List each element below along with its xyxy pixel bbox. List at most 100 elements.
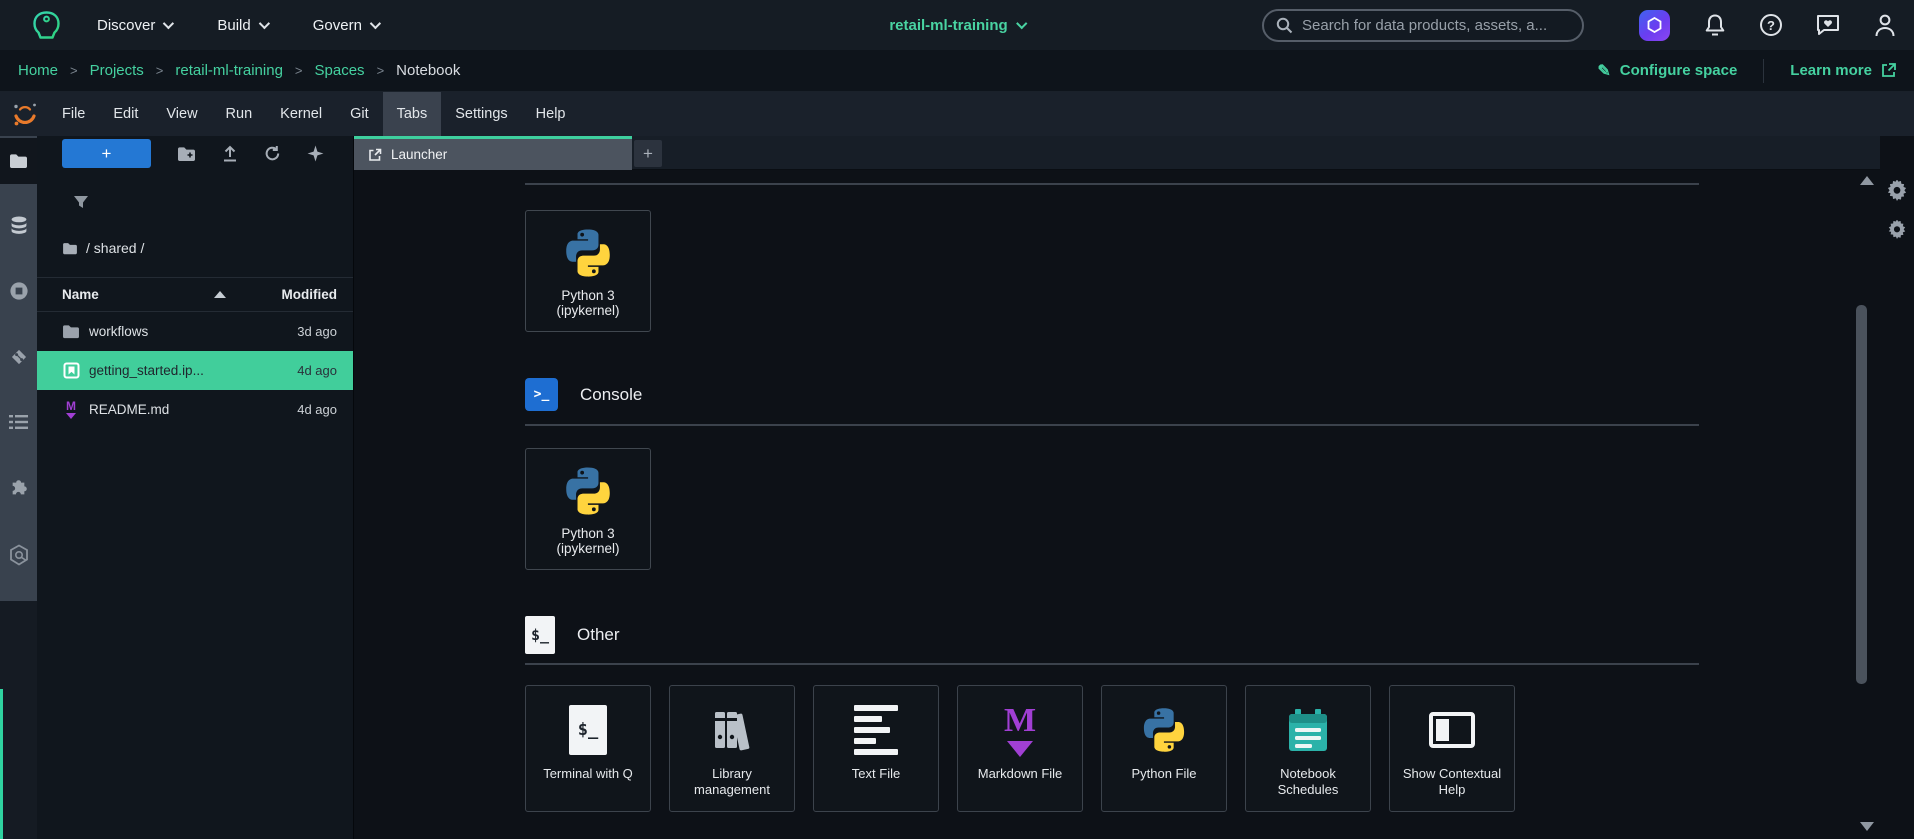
scrollbar-thumb[interactable]	[1856, 305, 1867, 684]
menu-build[interactable]: Build	[217, 17, 270, 34]
file-browser-breadcrumb[interactable]: / shared /	[62, 240, 353, 256]
tile-label: Show Contextual Help	[1402, 766, 1502, 798]
notebook-python3-card[interactable]: Python 3 (ipykernel)	[525, 210, 651, 332]
console-section-header: >_ Console	[525, 378, 642, 411]
breadcrumb-separator: >	[155, 63, 164, 78]
column-header-name[interactable]: Name	[62, 287, 99, 302]
notifications-bell-icon[interactable]	[1704, 13, 1726, 37]
menu-kernel[interactable]: Kernel	[266, 92, 336, 136]
refresh-button[interactable]	[264, 145, 281, 162]
menu-settings[interactable]: Settings	[441, 92, 521, 136]
configure-space-button[interactable]: ✎ Configure space	[1597, 61, 1737, 81]
new-tab-button[interactable]: +	[634, 140, 662, 167]
markdown-icon: M	[62, 400, 80, 419]
tile-python-file[interactable]: Python File	[1101, 685, 1227, 812]
tile-notebook-schedules[interactable]: Notebook Schedules	[1245, 685, 1371, 812]
project-selector[interactable]: retail-ml-training	[889, 0, 1028, 50]
global-search[interactable]	[1262, 9, 1584, 42]
kernel-subname: (ipykernel)	[556, 541, 620, 556]
help-icon[interactable]: ?	[1760, 14, 1782, 36]
new-folder-icon	[178, 146, 195, 161]
user-profile-icon[interactable]	[1874, 13, 1896, 37]
sparkle-icon	[307, 145, 324, 162]
feedback-icon[interactable]	[1816, 14, 1840, 37]
jupyterlab-menubar: File Edit View Run Kernel Git Tabs Setti…	[0, 92, 1914, 136]
new-launcher-button[interactable]: +	[62, 139, 151, 168]
tile-library-management[interactable]: Library management	[669, 685, 795, 812]
tile-label: Python File	[1131, 766, 1197, 781]
git-tab[interactable]	[0, 334, 37, 380]
amazon-q-icon[interactable]	[1639, 9, 1670, 41]
menu-tabs[interactable]: Tabs	[382, 92, 442, 136]
property-inspector-tab[interactable]	[1887, 179, 1907, 206]
menu-file[interactable]: File	[48, 92, 99, 136]
tile-terminal-with-q[interactable]: $_ Terminal with Q	[525, 685, 651, 812]
search-icon	[1276, 17, 1293, 34]
kernel-name: Python 3	[561, 526, 615, 541]
configure-space-label: Configure space	[1619, 62, 1738, 79]
library-books-icon	[715, 712, 750, 751]
menu-govern[interactable]: Govern	[312, 16, 381, 34]
filter-files-button[interactable]	[73, 195, 89, 215]
new-folder-button[interactable]	[177, 146, 196, 162]
breadcrumb-project-name[interactable]: retail-ml-training	[175, 62, 283, 79]
git-icon	[11, 349, 26, 365]
search-input[interactable]	[1302, 17, 1552, 34]
python-icon	[566, 467, 610, 515]
scrollbar-up-arrow[interactable]	[1860, 176, 1874, 185]
breadcrumb-spaces[interactable]: Spaces	[315, 62, 365, 79]
tile-text-file[interactable]: Text File	[813, 685, 939, 812]
running-kernels-tab[interactable]	[0, 268, 37, 314]
tile-markdown-file[interactable]: M Markdown File	[957, 685, 1083, 812]
data-browser-tab[interactable]	[0, 202, 37, 248]
top-menu-group: Discover Build Govern	[97, 16, 381, 34]
git-clone-button[interactable]	[307, 145, 324, 162]
file-browser-toolbar: +	[37, 139, 353, 168]
file-row-readme[interactable]: M README.md 4d ago	[37, 390, 353, 429]
upload-files-button[interactable]	[222, 145, 238, 162]
file-name: getting_started.ip...	[89, 363, 204, 378]
refresh-icon	[265, 146, 280, 161]
breadcrumb-separator: >	[70, 63, 78, 78]
external-link-icon	[1882, 63, 1896, 77]
terminal-document-icon: $_	[569, 705, 607, 755]
sagemaker-unified-studio-logo[interactable]	[32, 10, 61, 41]
table-of-contents-tab[interactable]	[0, 399, 37, 445]
menu-view[interactable]: View	[152, 92, 211, 136]
folder-icon	[63, 242, 77, 254]
settings-tab[interactable]	[1888, 219, 1906, 244]
chevron-down-icon	[369, 17, 381, 30]
upload-icon	[224, 145, 236, 162]
menu-discover[interactable]: Discover	[97, 17, 175, 34]
file-row-workflows[interactable]: workflows 3d ago	[37, 312, 353, 351]
column-header-modified[interactable]: Modified	[282, 287, 338, 302]
file-row-getting-started[interactable]: getting_started.ip... 4d ago	[37, 351, 353, 390]
console-python3-card[interactable]: Python 3 (ipykernel)	[525, 448, 651, 570]
launcher-content: Python 3 (ipykernel) >_ Console Python 3…	[354, 170, 1880, 839]
file-name: workflows	[89, 324, 149, 339]
file-browser-tab[interactable]	[0, 138, 37, 184]
file-browser-panel: + / shared / Name Modified workflows 3d …	[37, 136, 354, 839]
breadcrumb-projects[interactable]: Projects	[90, 62, 144, 79]
menu-help[interactable]: Help	[522, 92, 580, 136]
tab-bar: Launcher +	[354, 136, 1880, 170]
menu-git[interactable]: Git	[336, 92, 383, 136]
section-divider	[525, 183, 1699, 185]
menu-govern-label: Govern	[312, 16, 362, 34]
tile-show-contextual-help[interactable]: Show Contextual Help	[1389, 685, 1515, 812]
other-section-title: Other	[577, 625, 620, 644]
notebook-icon	[62, 362, 80, 379]
tab-launcher[interactable]: Launcher	[354, 136, 632, 170]
sort-ascending-icon[interactable]	[213, 291, 226, 298]
menu-edit[interactable]: Edit	[99, 92, 152, 136]
left-activity-bar	[0, 136, 37, 839]
kernel-subname: (ipykernel)	[556, 303, 620, 318]
scrollbar-down-arrow[interactable]	[1860, 822, 1874, 831]
breadcrumb-home[interactable]: Home	[18, 62, 58, 79]
running-sessions-icon	[9, 282, 28, 300]
learn-more-link[interactable]: Learn more	[1790, 62, 1896, 79]
extension-manager-tab[interactable]	[0, 465, 37, 511]
right-sidebar	[1880, 136, 1914, 839]
menu-run[interactable]: Run	[212, 92, 267, 136]
amazon-q-panel-tab[interactable]	[0, 532, 37, 578]
